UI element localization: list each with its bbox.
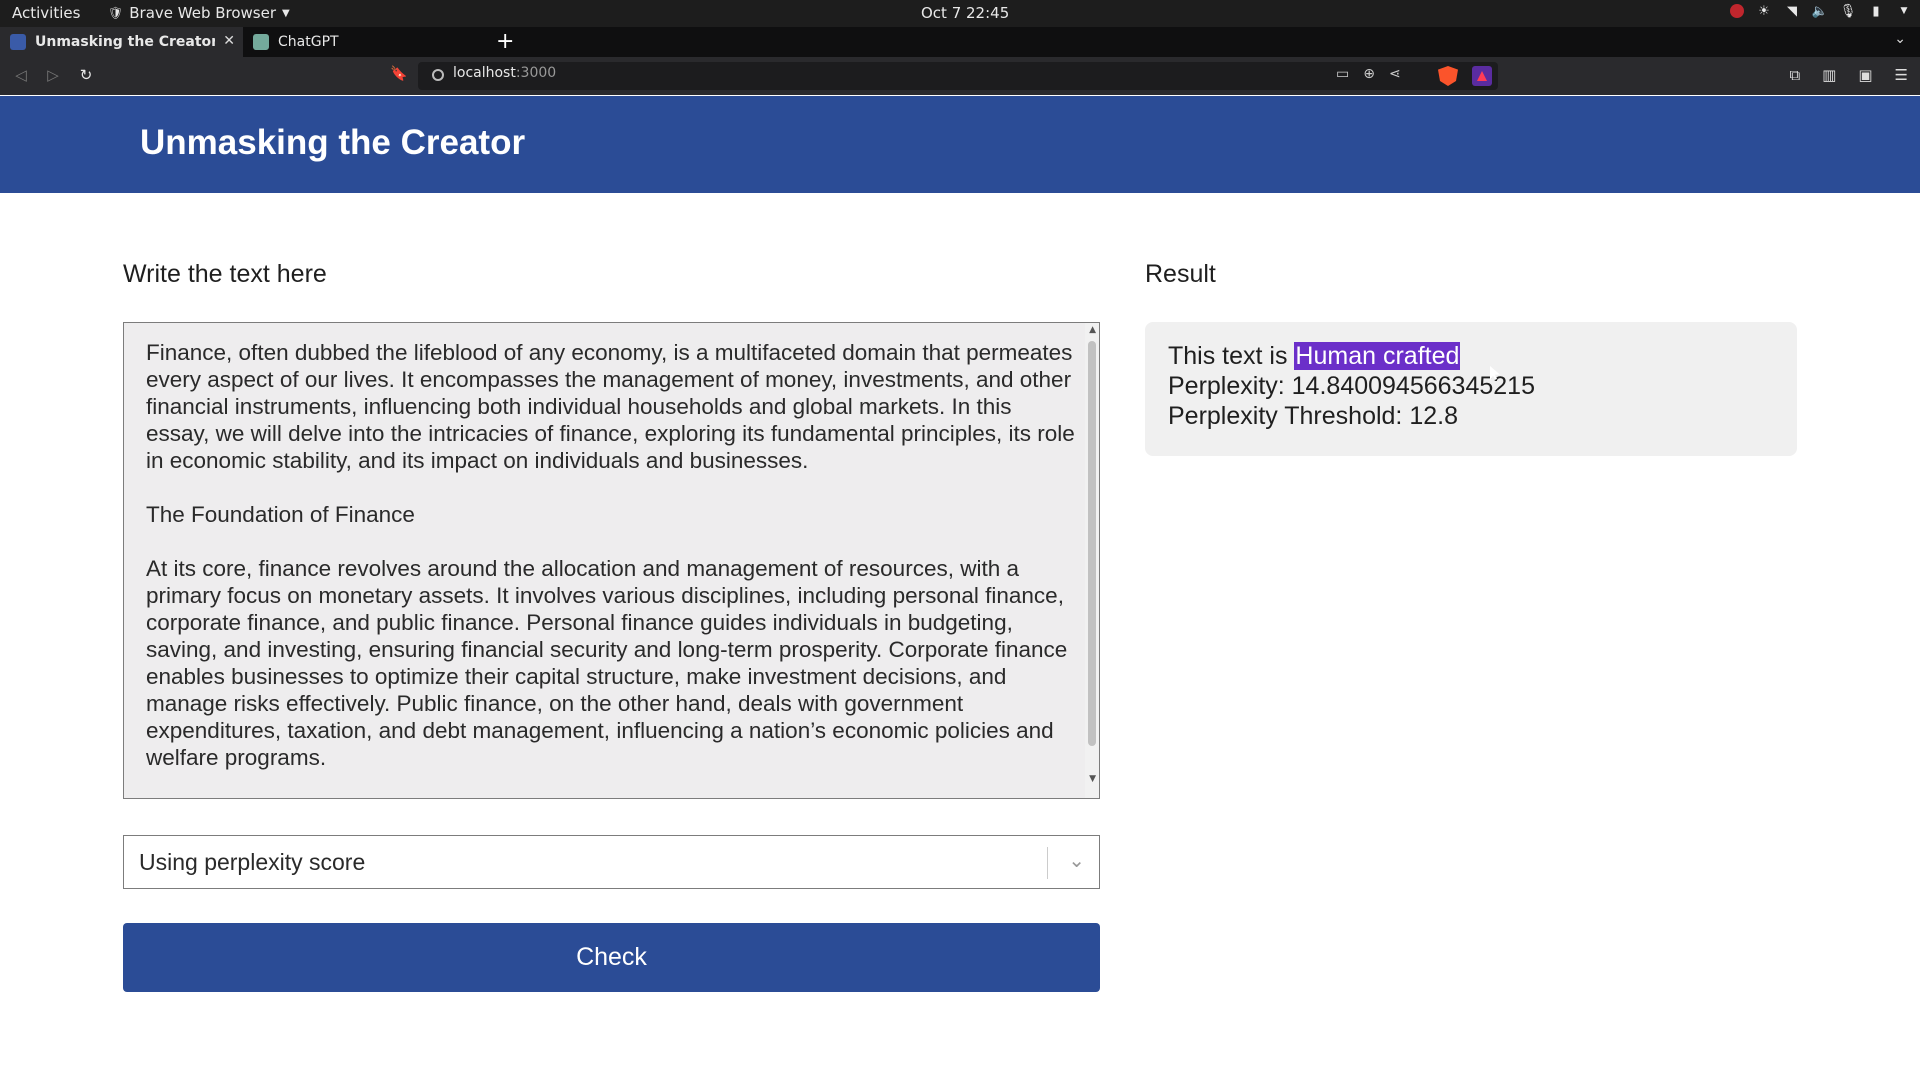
result-verdict-line: This text is Human crafted [1168,342,1461,371]
result-panel: This text is Human crafted Perplexity: 1… [1145,322,1797,456]
scroll-up-icon[interactable]: ▲ [1089,325,1096,335]
zoom-icon[interactable]: ⊕ [1363,66,1375,82]
browser-toolbar: ◁ ▷ ↻ 🔖 localhost:3000 ▭ ⊕ ⋖ [0,57,1920,95]
cast-icon[interactable]: ▭ [1336,66,1349,82]
recording-indicator-icon [1730,4,1744,18]
brave-rewards-icon[interactable] [1472,66,1492,86]
reload-button[interactable]: ↻ [76,66,96,86]
back-button[interactable]: ◁ [11,66,31,86]
chevron-down-icon[interactable]: ⌄ [1068,848,1085,872]
tab-title: Unmasking the Creator: I [35,34,215,50]
app-header: Unmasking the Creator [0,96,1920,193]
chevron-down-icon: ▼ [282,7,290,19]
select-divider [1047,847,1048,879]
system-top-bar: Activities 🛡 Brave Web Browser ▼ Oct 7 2… [0,0,1920,27]
address-bar-actions: ▭ ⊕ ⋖ [1336,66,1401,82]
url-host: localhost [453,65,516,81]
forward-button[interactable]: ▷ [43,66,63,86]
volume-icon: 🔈 [1811,3,1829,19]
chevron-down-icon: ▼ [1900,6,1908,16]
url-port: :3000 [515,65,557,81]
result-prefix: This text is [1168,342,1295,370]
app-favicon-icon [10,34,26,50]
result-label: Result [1145,260,1216,288]
site-info-icon[interactable] [432,69,444,81]
close-icon[interactable]: ✕ [223,33,235,49]
scrollbar[interactable]: ▲ ▼ [1085,323,1099,798]
clock[interactable]: Oct 7 22:45 [921,4,1009,22]
method-select-value: Using perplexity score [139,849,366,875]
scrollbar-thumb[interactable] [1088,341,1096,746]
tab-title: ChatGPT [278,34,339,50]
activities-button[interactable]: Activities [12,4,80,22]
tab-unmasking-creator[interactable]: Unmasking the Creator: I ✕ [0,27,243,57]
new-tab-button[interactable]: + [496,31,514,53]
result-verdict: Human crafted [1294,342,1461,370]
text-input-content[interactable]: Finance, often dubbed the lifeblood of a… [146,339,1076,771]
brave-lion-icon: 🛡 [108,6,124,20]
tab-chatgpt[interactable]: ChatGPT [243,27,483,57]
page-content: Unmasking the Creator Write the text her… [0,96,1920,1080]
tab-list-chevron-icon[interactable]: ⌄ [1894,31,1906,47]
bookmark-icon[interactable]: 🔖 [390,66,407,82]
extensions-icon[interactable]: ⧉ [1789,66,1800,84]
input-label: Write the text here [123,260,327,288]
app-menu-label: Brave Web Browser [129,4,277,22]
wifi-icon: ◥ [1787,3,1797,19]
method-select[interactable]: Using perplexity score ⌄ [123,835,1100,889]
system-tray[interactable]: ☀ ◥ 🔈 🎙 ▮ ▼ [1730,3,1912,19]
text-input-area[interactable]: Finance, often dubbed the lifeblood of a… [123,322,1100,799]
check-button[interactable]: Check [123,923,1100,992]
sidebar-icon[interactable]: ▥ [1822,66,1836,84]
scroll-down-icon[interactable]: ▼ [1089,774,1096,784]
microphone-icon: 🎙 [1839,3,1857,19]
chatgpt-favicon-icon [253,34,269,50]
menu-icon[interactable]: ☰ [1895,66,1908,84]
app-menu[interactable]: 🛡 Brave Web Browser ▼ [108,4,290,22]
battery-icon: ▮ [1872,3,1880,19]
wallet-icon[interactable]: ▣ [1858,66,1872,84]
tab-strip: Unmasking the Creator: I ✕ ChatGPT [0,27,1920,57]
page-title: Unmasking the Creator [140,123,526,162]
share-icon[interactable]: ⋖ [1389,66,1401,82]
perplexity-value: Perplexity: 14.840094566345215 [1168,372,1535,400]
toolbar-right-actions: ⧉ ▥ ▣ ☰ [1789,66,1908,84]
brightness-icon: ☀ [1758,3,1770,19]
perplexity-threshold: Perplexity Threshold: 12.8 [1168,402,1458,430]
url-text[interactable]: localhost:3000 [453,65,556,81]
